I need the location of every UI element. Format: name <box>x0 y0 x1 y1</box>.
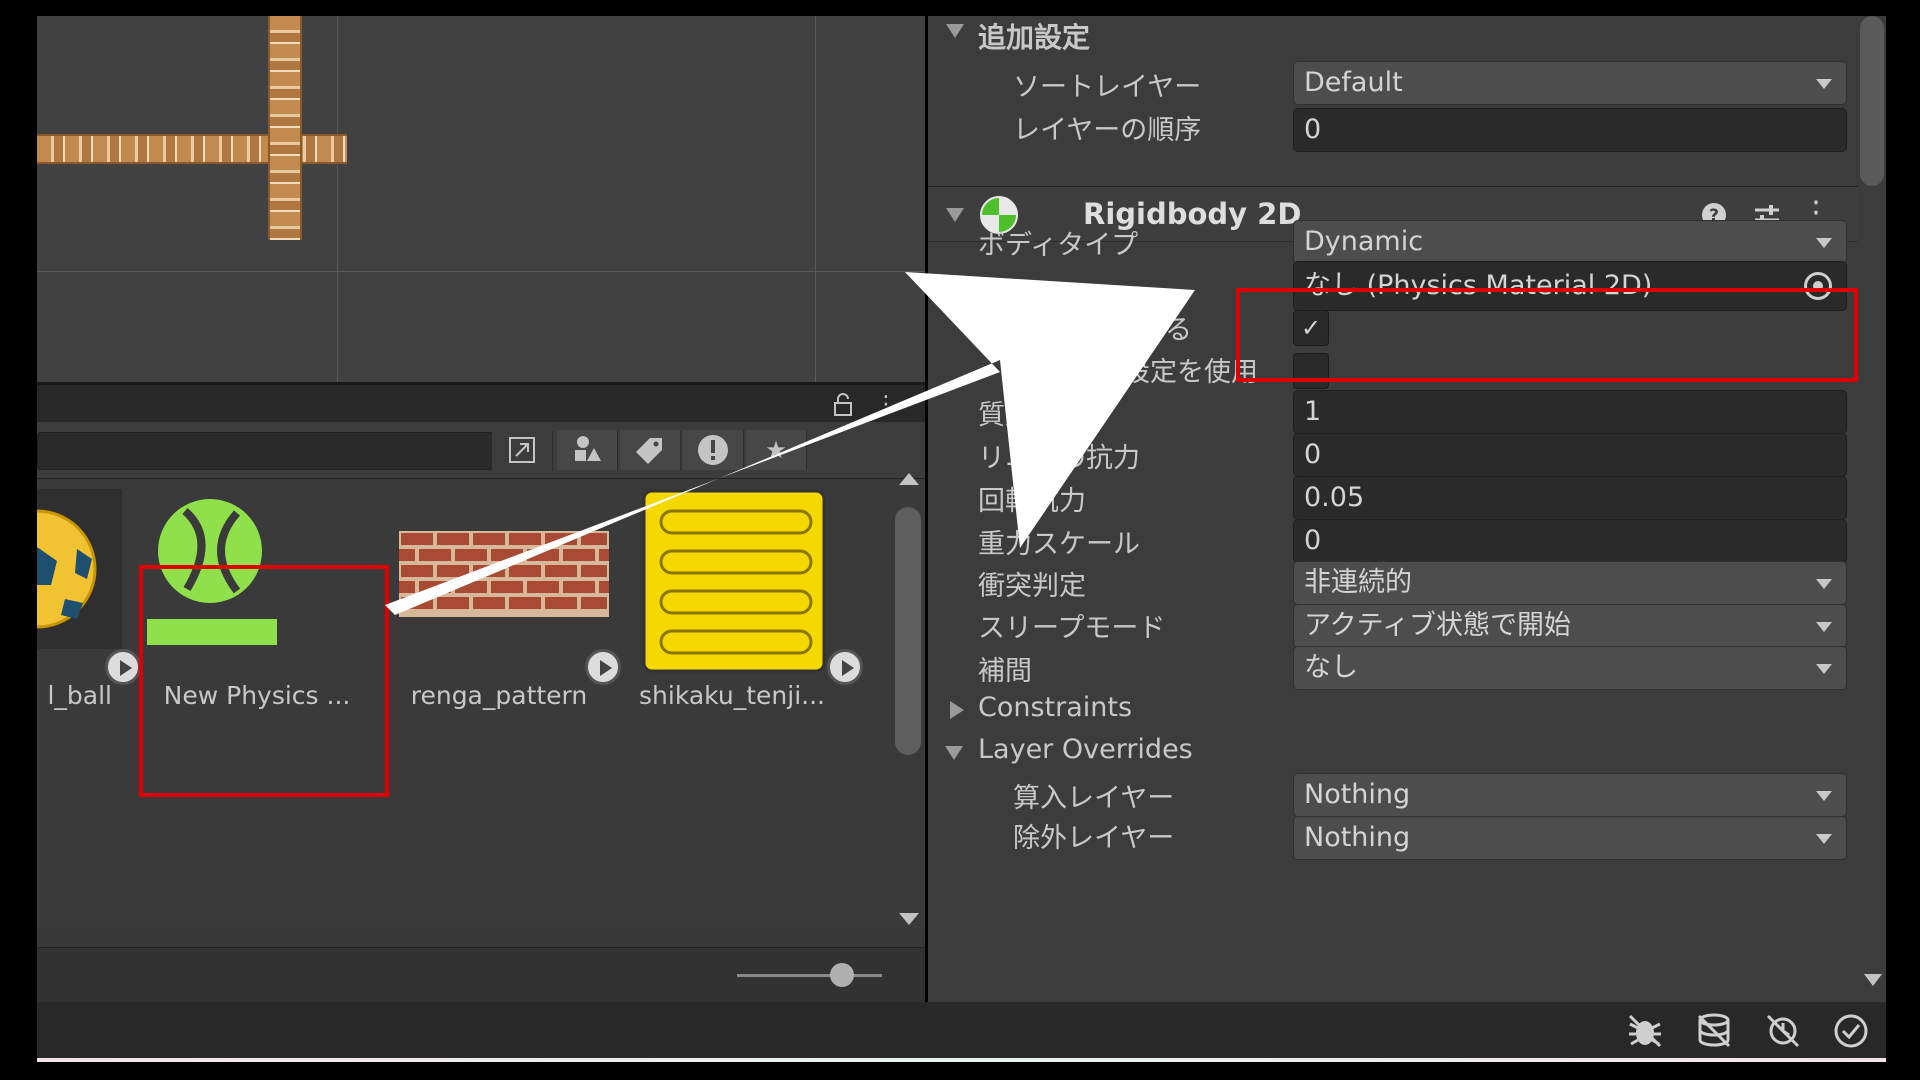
brick-texture-icon <box>399 531 609 617</box>
linear-drag-label: リニアの抗力 <box>978 443 1140 474</box>
project-panel: ⋮ ★ l_ball New Physics ... renga_pattern… <box>37 382 925 1003</box>
interpolate-dropdown[interactable]: なし <box>1293 646 1847 690</box>
expand-asset-button[interactable] <box>827 649 863 685</box>
collision-detection-dropdown[interactable]: 非連続的 <box>1293 561 1847 605</box>
expand-asset-button[interactable] <box>585 649 621 685</box>
gravity-scale-input[interactable]: 0 <box>1293 519 1847 563</box>
layer-overrides-foldout[interactable]: Layer Overrides <box>978 734 1193 765</box>
scrollbar-thumb[interactable] <box>895 507 921 755</box>
sleeping-mode-dropdown[interactable]: アクティブ状態で開始 <box>1293 604 1847 648</box>
label-filter-icon[interactable] <box>620 430 681 470</box>
foldout-arrow-icon[interactable] <box>946 208 964 222</box>
soccer-ball-icon <box>37 509 97 629</box>
include-layers-label: 算入レイヤー <box>1013 783 1175 814</box>
interpolate-label: 補間 <box>978 656 1032 687</box>
include-layers-dropdown[interactable]: Nothing <box>1293 773 1847 817</box>
foldout-arrow-icon[interactable] <box>950 701 964 719</box>
order-in-layer-label: レイヤーの順序 <box>1013 115 1202 146</box>
foldout-arrow-icon[interactable] <box>946 24 964 38</box>
angular-drag-label: 回転抗力 <box>978 486 1086 517</box>
search-input[interactable] <box>37 432 494 470</box>
kebab-menu-icon[interactable]: ⋮ <box>872 391 900 419</box>
asset-label: renga_pattern <box>410 681 588 710</box>
order-in-layer-input[interactable]: 0 <box>1293 108 1847 152</box>
scroll-up-arrow[interactable] <box>899 473 919 485</box>
status-ok-icon[interactable] <box>1832 1012 1870 1050</box>
asset-label: shikaku_tenji... <box>639 681 825 710</box>
scroll-down-arrow[interactable] <box>899 913 919 925</box>
sleeping-mode-label: スリープモード <box>978 613 1166 644</box>
favorite-star-icon[interactable]: ★ <box>746 430 807 470</box>
open-window-icon[interactable] <box>492 430 553 470</box>
linear-drag-input[interactable]: 0 <box>1293 433 1847 477</box>
asset-tile[interactable] <box>639 489 829 674</box>
inspector-scroll-down-arrow[interactable] <box>1864 974 1882 986</box>
exclude-layers-dropdown[interactable]: Nothing <box>1293 816 1847 860</box>
project-tabbar: ⋮ <box>37 382 925 425</box>
gravity-scale-label: 重力スケール <box>978 529 1140 560</box>
highlight-box-asset <box>139 565 389 797</box>
debug-icon[interactable] <box>1626 1012 1664 1050</box>
warning-filter-icon[interactable] <box>683 430 744 470</box>
sorting-layer-label: ソートレイヤー <box>1013 72 1202 103</box>
asset-tile[interactable] <box>399 531 609 617</box>
cache-server-icon[interactable] <box>1695 1012 1733 1050</box>
asset-tile[interactable] <box>37 489 122 649</box>
mass-label: 質量 <box>978 400 1032 431</box>
body-type-label: ボディタイプ <box>978 230 1139 261</box>
mass-input[interactable]: 1 <box>1293 390 1847 434</box>
auto-refresh-icon[interactable] <box>1764 1012 1802 1050</box>
zoom-slider-thumb[interactable] <box>830 963 854 987</box>
tactile-tile-icon <box>642 489 826 673</box>
simulated-label: する <box>1138 315 1192 346</box>
brick-wall-vertical <box>268 16 302 240</box>
inspector-scrollbar-thumb[interactable] <box>1860 16 1884 186</box>
expand-asset-button[interactable] <box>105 649 141 685</box>
inspector-panel: 追加設定 ソートレイヤー Default レイヤーの順序 0 Rigidbody… <box>928 16 1886 1002</box>
asset-label: l_ball <box>47 681 112 710</box>
status-bar <box>37 1002 1886 1058</box>
project-toolbar: ★ <box>37 422 925 479</box>
angular-drag-input[interactable]: 0.05 <box>1293 476 1847 520</box>
exclude-layers-label: 除外レイヤー <box>1013 823 1175 854</box>
scene-view[interactable] <box>37 16 925 382</box>
type-filter-icon[interactable] <box>557 430 618 470</box>
lock-icon[interactable] <box>829 391 857 419</box>
project-footer <box>37 947 925 1003</box>
constraints-foldout[interactable]: Constraints <box>978 692 1132 723</box>
bottom-edge-line <box>37 1058 1886 1062</box>
zoom-slider-track[interactable] <box>737 974 882 977</box>
collision-detection-label: 衝突判定 <box>978 571 1086 602</box>
foldout-arrow-icon[interactable] <box>945 746 963 760</box>
body-type-dropdown[interactable]: Dynamic <box>1293 220 1847 264</box>
sorting-layer-dropdown[interactable]: Default <box>1293 61 1847 105</box>
section-header: 追加設定 <box>978 21 1091 54</box>
highlight-box-material <box>1236 288 1858 382</box>
